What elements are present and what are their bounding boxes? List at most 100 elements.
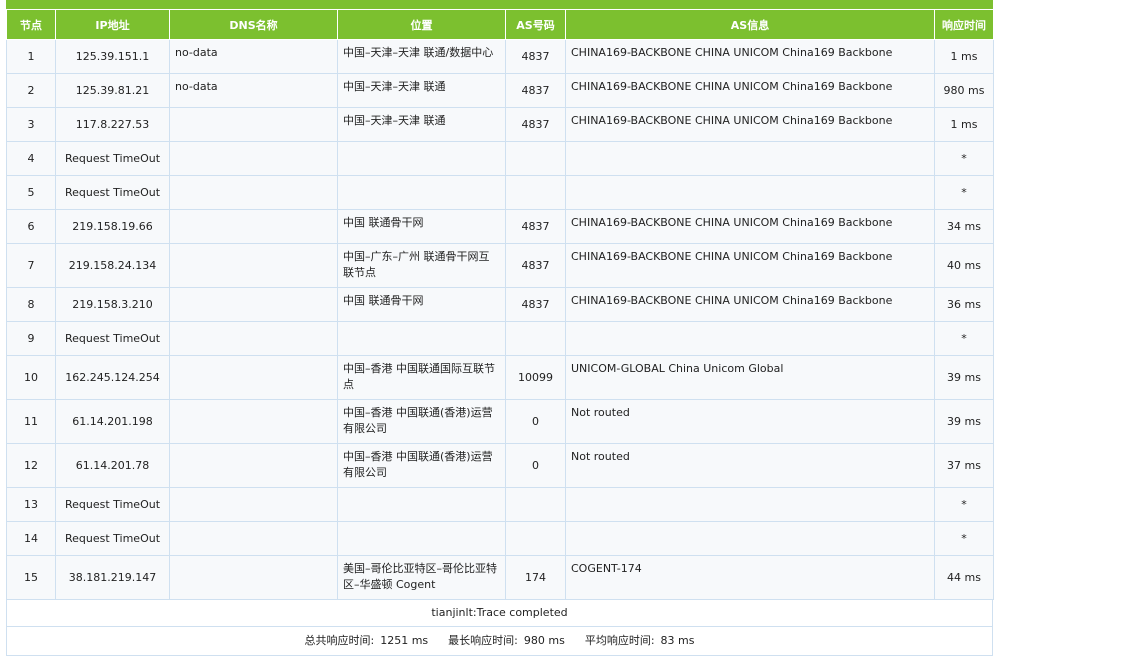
as-number-cell: 4837 <box>505 243 566 288</box>
total-time-label: 总共响应时间: <box>304 634 375 647</box>
as-number-cell <box>505 487 566 522</box>
ip-address-cell: Request TimeOut <box>55 521 170 556</box>
as-number-cell: 4837 <box>505 73 566 108</box>
dns-name-cell <box>169 209 338 244</box>
hop-number-cell: 2 <box>6 73 56 108</box>
response-time-cell: 39 ms <box>934 355 994 400</box>
response-time-cell: 39 ms <box>934 399 994 444</box>
table-row: 2 125.39.81.21 no-data 中国–天津–天津 联通 4837 CHINA… <box>6 73 994 108</box>
ip-address-cell: 219.158.24.134 <box>55 243 170 288</box>
location-cell: 中国 联通骨干网 <box>337 209 506 244</box>
location-cell: 中国–天津–天津 联通 <box>337 107 506 142</box>
ip-address-cell: 162.245.124.254 <box>55 355 170 400</box>
ip-address-cell: Request TimeOut <box>55 321 170 356</box>
response-time-cell: * <box>934 521 994 556</box>
location-cell: 中国–香港 中国联通(香港)运营有限公司 <box>337 399 506 444</box>
as-number-cell: 4837 <box>505 107 566 142</box>
location-cell: 中国–广东–广州 联通骨干网互联节点 <box>337 243 506 288</box>
table-row: 4 Request TimeOut * <box>6 141 994 176</box>
as-number-cell: 4837 <box>505 209 566 244</box>
table-row: 3 117.8.227.53 中国–天津–天津 联通 4837 CHINA169-BAC… <box>6 107 994 142</box>
hop-number-cell: 11 <box>6 399 56 444</box>
hop-number-cell: 13 <box>6 487 56 522</box>
location-cell: 中国 联通骨干网 <box>337 287 506 322</box>
as-info-cell <box>565 321 935 356</box>
header-ip: IP地址 <box>55 9 170 40</box>
table-row: 13 Request TimeOut * <box>6 487 994 522</box>
as-info-cell: COGENT-174 <box>565 555 935 600</box>
dns-name-cell <box>169 555 338 600</box>
header-as-number: AS号码 <box>505 9 566 40</box>
max-time-label: 最长响应时间: <box>448 634 518 647</box>
as-info-cell: CHINA169-BACKBONE CHINA UNICOM China169 … <box>565 107 935 142</box>
header-dns: DNS名称 <box>169 9 338 40</box>
table-row: 12 61.14.201.78 中国–香港 中国联通(香港)运营有限公司 0 Not r… <box>6 443 994 488</box>
dns-name-cell <box>169 321 338 356</box>
hop-number-cell: 10 <box>6 355 56 400</box>
as-info-cell: Not routed <box>565 443 935 488</box>
as-number-cell: 0 <box>505 443 566 488</box>
top-accent-bar <box>6 0 993 9</box>
as-number-cell <box>505 321 566 356</box>
ip-address-cell: 61.14.201.78 <box>55 443 170 488</box>
response-time-cell: * <box>934 487 994 522</box>
header-as-info: AS信息 <box>565 9 935 40</box>
ip-address-cell: Request TimeOut <box>55 141 170 176</box>
table-row: 14 Request TimeOut * <box>6 521 994 556</box>
total-time-value: 1251 ms <box>380 634 429 647</box>
table-row: 11 61.14.201.198 中国–香港 中国联通(香港)运营有限公司 0 Not … <box>6 399 994 444</box>
as-info-cell: CHINA169-BACKBONE CHINA UNICOM China169 … <box>565 73 935 108</box>
summary-times: 总共响应时间: 1251 ms 最长响应时间: 980 ms 平均响应时间: 83 m… <box>6 627 993 656</box>
ip-address-cell: 61.14.201.198 <box>55 399 170 444</box>
as-number-cell: 4837 <box>505 287 566 322</box>
as-number-cell <box>505 175 566 210</box>
ip-address-cell: 219.158.19.66 <box>55 209 170 244</box>
response-time-cell: * <box>934 321 994 356</box>
response-time-cell: 44 ms <box>934 555 994 600</box>
table-row: 1 125.39.151.1 no-data 中国–天津–天津 联通/数据中心 4837… <box>6 39 994 74</box>
dns-name-cell <box>169 141 338 176</box>
as-number-cell <box>505 141 566 176</box>
as-number-cell: 4837 <box>505 39 566 74</box>
location-cell <box>337 321 506 356</box>
location-cell: 中国–天津–天津 联通/数据中心 <box>337 39 506 74</box>
hop-number-cell: 15 <box>6 555 56 600</box>
ip-address-cell: 38.181.219.147 <box>55 555 170 600</box>
ip-address-cell: Request TimeOut <box>55 175 170 210</box>
table-row: 9 Request TimeOut * <box>6 321 994 356</box>
as-info-cell <box>565 141 935 176</box>
max-time-value: 980 ms <box>523 634 565 647</box>
as-info-cell: CHINA169-BACKBONE CHINA UNICOM China169 … <box>565 209 935 244</box>
dns-name-cell: no-data <box>169 73 338 108</box>
response-time-cell: 980 ms <box>934 73 994 108</box>
dns-name-cell <box>169 355 338 400</box>
as-number-cell: 174 <box>505 555 566 600</box>
as-info-cell <box>565 175 935 210</box>
dns-name-cell <box>169 399 338 444</box>
as-info-cell: UNICOM-GLOBAL China Unicom Global <box>565 355 935 400</box>
as-number-cell: 0 <box>505 399 566 444</box>
traceroute-panel: 节点 IP地址 DNS名称 位置 AS号码 AS信息 响应时间 1 125.39.… <box>6 0 994 656</box>
hop-number-cell: 6 <box>6 209 56 244</box>
as-number-cell: 10099 <box>505 355 566 400</box>
hop-number-cell: 9 <box>6 321 56 356</box>
location-cell <box>337 175 506 210</box>
hop-number-cell: 8 <box>6 287 56 322</box>
header-location: 位置 <box>337 9 506 40</box>
ip-address-cell: 117.8.227.53 <box>55 107 170 142</box>
as-info-cell <box>565 487 935 522</box>
dns-name-cell: no-data <box>169 39 338 74</box>
dns-name-cell <box>169 243 338 288</box>
as-number-cell <box>505 521 566 556</box>
hop-number-cell: 3 <box>6 107 56 142</box>
location-cell: 中国–天津–天津 联通 <box>337 73 506 108</box>
as-info-cell <box>565 521 935 556</box>
response-time-cell: 37 ms <box>934 443 994 488</box>
ip-address-cell: Request TimeOut <box>55 487 170 522</box>
location-cell <box>337 487 506 522</box>
response-time-cell: 34 ms <box>934 209 994 244</box>
table-row: 5 Request TimeOut * <box>6 175 994 210</box>
dns-name-cell <box>169 443 338 488</box>
as-info-cell: Not routed <box>565 399 935 444</box>
table-header-row: 节点 IP地址 DNS名称 位置 AS号码 AS信息 响应时间 <box>6 9 994 40</box>
